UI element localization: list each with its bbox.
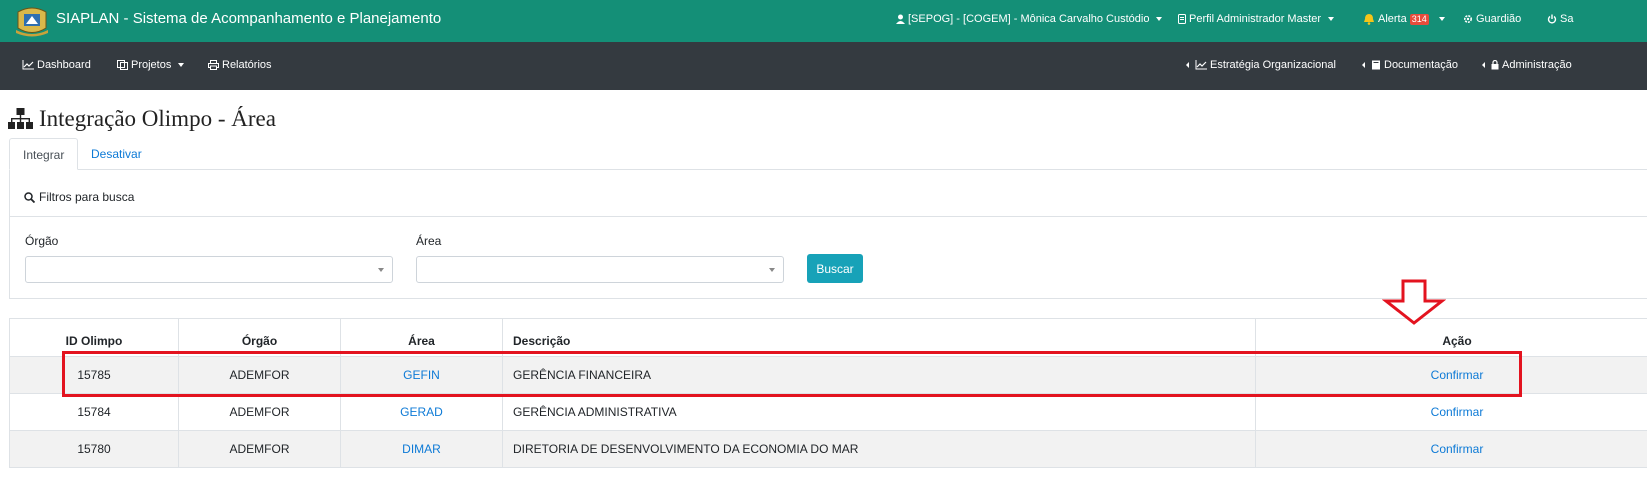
main-navbar: Dashboard Projetos Relatórios Estratégia… [0, 42, 1647, 90]
down-arrow-annotation [1382, 279, 1446, 325]
user-icon [896, 14, 905, 24]
nav-relatorios-label: Relatórios [222, 59, 272, 71]
confirm-link[interactable]: Confirmar [1431, 405, 1484, 419]
gear-icon [1463, 14, 1473, 24]
book-icon [1371, 60, 1381, 70]
chevron-down-icon [178, 63, 185, 67]
alert-label: Alerta [1378, 13, 1407, 25]
orgao-select[interactable] [25, 256, 393, 283]
area-link[interactable]: GEFIN [403, 368, 440, 382]
cell-orgao: ADEMFOR [178, 356, 341, 394]
page-title: Integração Olimpo - Área [8, 106, 276, 132]
area-link[interactable]: DIMAR [402, 442, 441, 456]
exit-link[interactable]: Sa [1547, 13, 1573, 25]
chevron-down-icon [1438, 17, 1445, 21]
filter-heading: Filtros para busca [24, 190, 134, 204]
alert-menu[interactable]: Alerta 314 [1363, 13, 1445, 25]
cell-descricao: DIRETORIA DE DESENVOLVIMENTO DA ECONOMIA… [502, 430, 1256, 468]
line-chart-icon [1195, 60, 1207, 70]
nav-projetos-label: Projetos [131, 59, 172, 71]
nav-dashboard-label: Dashboard [37, 59, 91, 71]
guardian-link[interactable]: Guardião [1463, 13, 1521, 25]
cell-descricao: GERÊNCIA ADMINISTRATIVA [502, 393, 1256, 431]
power-icon [1547, 14, 1557, 24]
profile-label: Perfil Administrador Master [1189, 13, 1322, 25]
filter-divider [10, 216, 1647, 217]
chevron-left-icon [1362, 62, 1365, 68]
orgao-label: Órgão [25, 234, 59, 248]
app-logo[interactable] [14, 4, 50, 37]
area-link[interactable]: GERAD [400, 405, 443, 419]
line-chart-icon [22, 60, 34, 70]
chevron-down-icon [378, 268, 384, 272]
table-row: 15785 ADEMFOR GEFIN GERÊNCIA FINANCEIRA … [9, 356, 1647, 394]
cell-orgao: ADEMFOR [178, 430, 341, 468]
sitemap-icon [8, 108, 33, 130]
nav-relatorios[interactable]: Relatórios [208, 59, 272, 71]
alert-count-badge: 314 [1409, 14, 1429, 25]
page-title-text: Integração Olimpo - Área [39, 106, 276, 131]
confirm-link[interactable]: Confirmar [1431, 368, 1484, 382]
profile-menu[interactable]: Perfil Administrador Master [1178, 13, 1335, 25]
lock-icon [1491, 60, 1499, 70]
nav-documentacao[interactable]: Documentação [1362, 59, 1458, 71]
cell-id: 15784 [9, 393, 179, 431]
table-row: 15784 ADEMFOR GERAD GERÊNCIA ADMINISTRAT… [9, 393, 1647, 431]
header-id[interactable]: ID Olimpo [9, 318, 179, 357]
nav-administracao-label: Administração [1502, 59, 1572, 71]
chevron-down-icon [1328, 17, 1335, 21]
nav-projetos[interactable]: Projetos [117, 59, 185, 71]
cell-id: 15785 [9, 356, 179, 394]
chevron-down-icon [769, 268, 775, 272]
profile-icon [1178, 14, 1186, 24]
exit-label: Sa [1560, 13, 1574, 25]
user-menu[interactable]: [SEPOG] - [COGEM] - Mônica Carvalho Cust… [896, 13, 1163, 25]
tab-desativar[interactable]: Desativar [78, 138, 155, 170]
cell-descricao: GERÊNCIA FINANCEIRA [502, 356, 1256, 394]
app-title: SIAPLAN - Sistema de Acompanhamento e Pl… [56, 10, 442, 27]
nav-documentacao-label: Documentação [1384, 59, 1458, 71]
nav-administracao[interactable]: Administração [1482, 59, 1572, 71]
confirm-link[interactable]: Confirmar [1431, 442, 1484, 456]
search-icon [24, 191, 35, 203]
search-button[interactable]: Buscar [807, 254, 863, 283]
nav-estrategia-label: Estratégia Organizacional [1210, 59, 1336, 71]
results-table: ID Olimpo Órgão Área Descrição Ação 1578… [9, 318, 1647, 468]
chevron-down-icon [1156, 17, 1163, 21]
user-name: [SEPOG] - [COGEM] - Mônica Carvalho Cust… [908, 13, 1150, 25]
header-descricao[interactable]: Descrição [502, 318, 1256, 357]
header-area[interactable]: Área [340, 318, 503, 357]
print-icon [208, 60, 219, 70]
guardian-label: Guardião [1476, 13, 1522, 25]
header-orgao[interactable]: Órgão [178, 318, 341, 357]
header-acao: Ação [1255, 318, 1647, 357]
area-label: Área [416, 234, 442, 248]
chevron-left-icon [1482, 62, 1485, 68]
table-row: 15780 ADEMFOR DIMAR DIRETORIA DE DESENVO… [9, 430, 1647, 468]
area-select[interactable] [416, 256, 784, 283]
nav-estrategia[interactable]: Estratégia Organizacional [1186, 59, 1336, 71]
bell-icon [1363, 13, 1375, 25]
cell-id: 15780 [9, 430, 179, 468]
chevron-left-icon [1186, 62, 1189, 68]
top-header: SIAPLAN - Sistema de Acompanhamento e Pl… [0, 0, 1647, 42]
tab-integrar[interactable]: Integrar [9, 138, 78, 170]
filter-heading-text: Filtros para busca [39, 190, 135, 204]
cell-orgao: ADEMFOR [178, 393, 341, 431]
nav-dashboard[interactable]: Dashboard [22, 59, 91, 71]
projects-icon [117, 60, 128, 70]
